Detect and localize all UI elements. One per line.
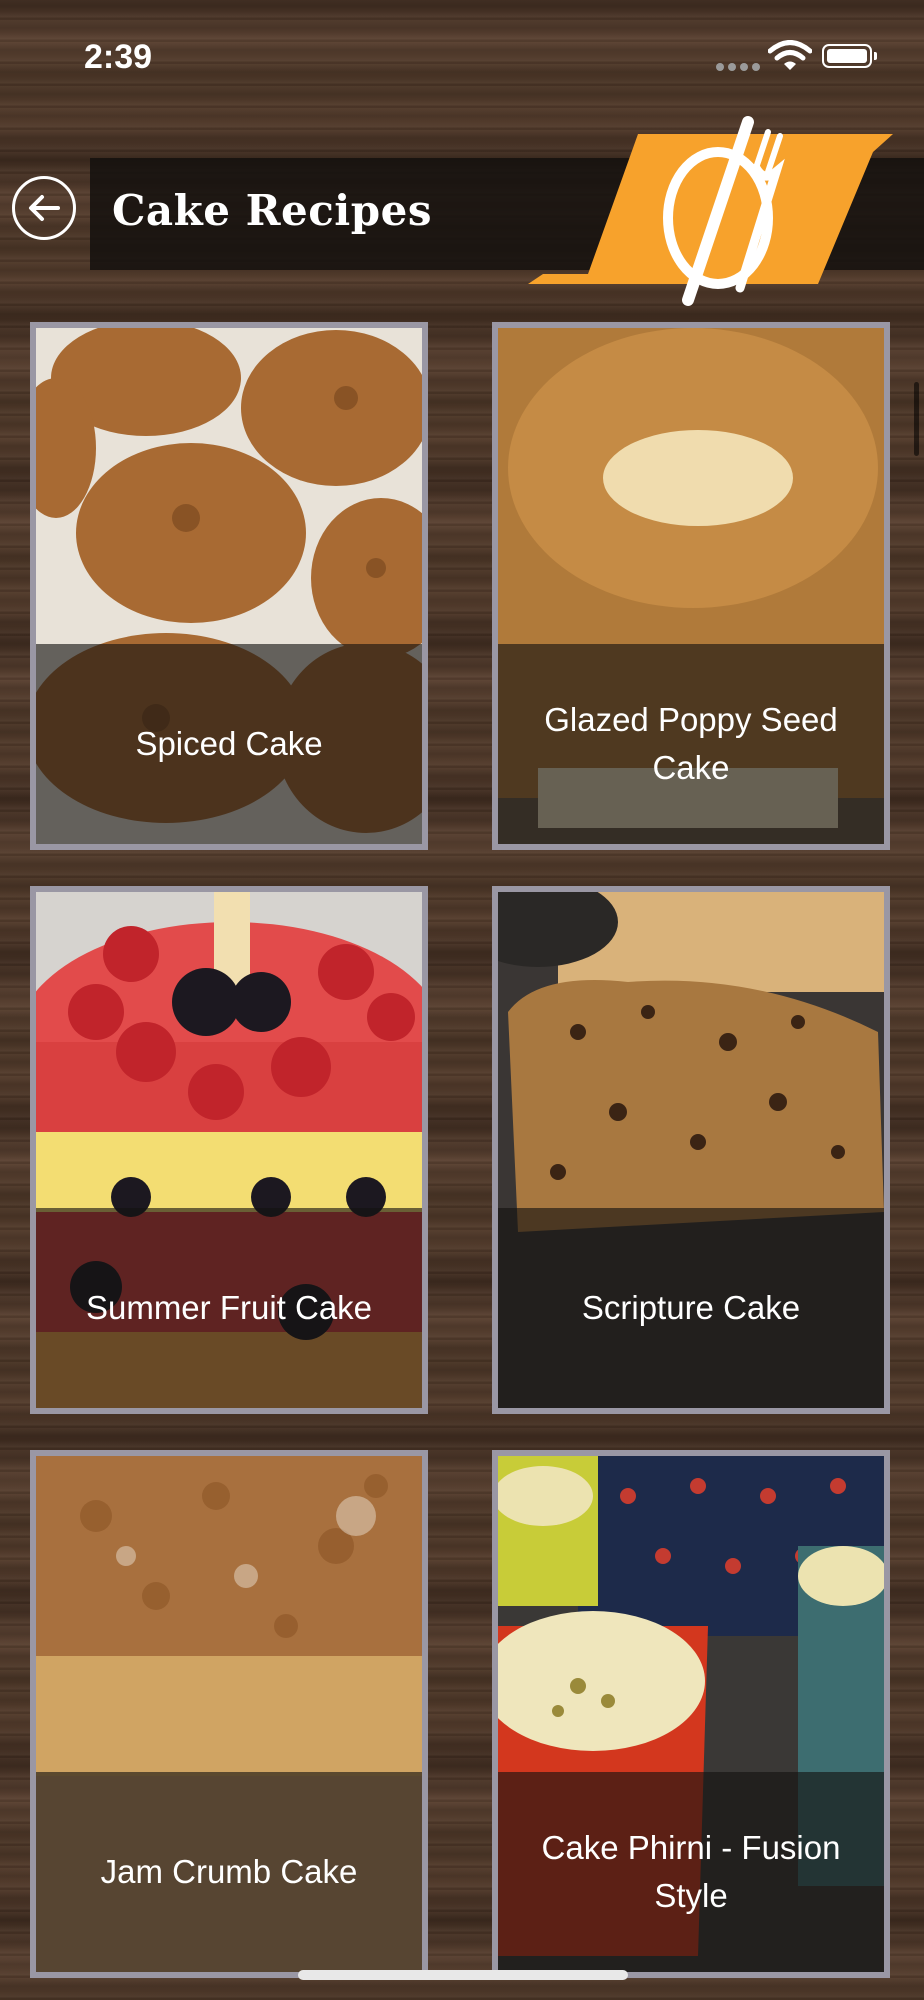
wifi-icon xyxy=(768,40,812,70)
arrow-left-icon xyxy=(29,195,60,221)
fork-knife-logo-icon xyxy=(528,116,893,306)
recipe-caption: Summer Fruit Cake xyxy=(36,1208,422,1408)
recipe-caption: Scripture Cake xyxy=(498,1208,884,1408)
recipe-title: Scripture Cake xyxy=(581,1289,801,1326)
recipe-card-scripture-cake[interactable]: Scripture Cake xyxy=(492,886,890,1414)
recipe-title: Cake Phirni - Fusion Style xyxy=(541,1829,841,1914)
battery-icon xyxy=(822,44,877,68)
status-bar: 2:39 xyxy=(0,0,924,110)
home-indicator[interactable] xyxy=(298,1970,628,1980)
recipe-card-glazed-poppy-seed-cake[interactable]: Glazed Poppy Seed Cake xyxy=(492,322,890,850)
recipe-card-jam-crumb-cake[interactable]: Jam Crumb Cake xyxy=(30,1450,428,1978)
recipe-title: Summer Fruit Cake xyxy=(85,1289,373,1326)
cellular-signal-icon xyxy=(716,56,764,72)
back-button[interactable] xyxy=(12,176,76,240)
recipe-caption: Spiced Cake xyxy=(36,644,422,844)
recipe-caption: Jam Crumb Cake xyxy=(36,1772,422,1972)
recipe-card-spiced-cake[interactable]: Spiced Cake xyxy=(30,322,428,850)
recipe-card-cake-phirni-fusion-style[interactable]: Cake Phirni - Fusion Style xyxy=(492,1450,890,1978)
page-title: Cake Recipes xyxy=(112,186,432,235)
recipe-title: Glazed Poppy Seed Cake xyxy=(544,701,838,786)
recipe-caption: Glazed Poppy Seed Cake xyxy=(498,644,884,844)
recipe-title: Spiced Cake xyxy=(135,725,323,762)
recipe-caption: Cake Phirni - Fusion Style xyxy=(498,1772,884,1972)
recipe-title: Jam Crumb Cake xyxy=(100,1853,358,1890)
status-time: 2:39 xyxy=(84,38,153,76)
scroll-indicator[interactable] xyxy=(914,382,919,456)
recipe-card-summer-fruit-cake[interactable]: Summer Fruit Cake xyxy=(30,886,428,1414)
